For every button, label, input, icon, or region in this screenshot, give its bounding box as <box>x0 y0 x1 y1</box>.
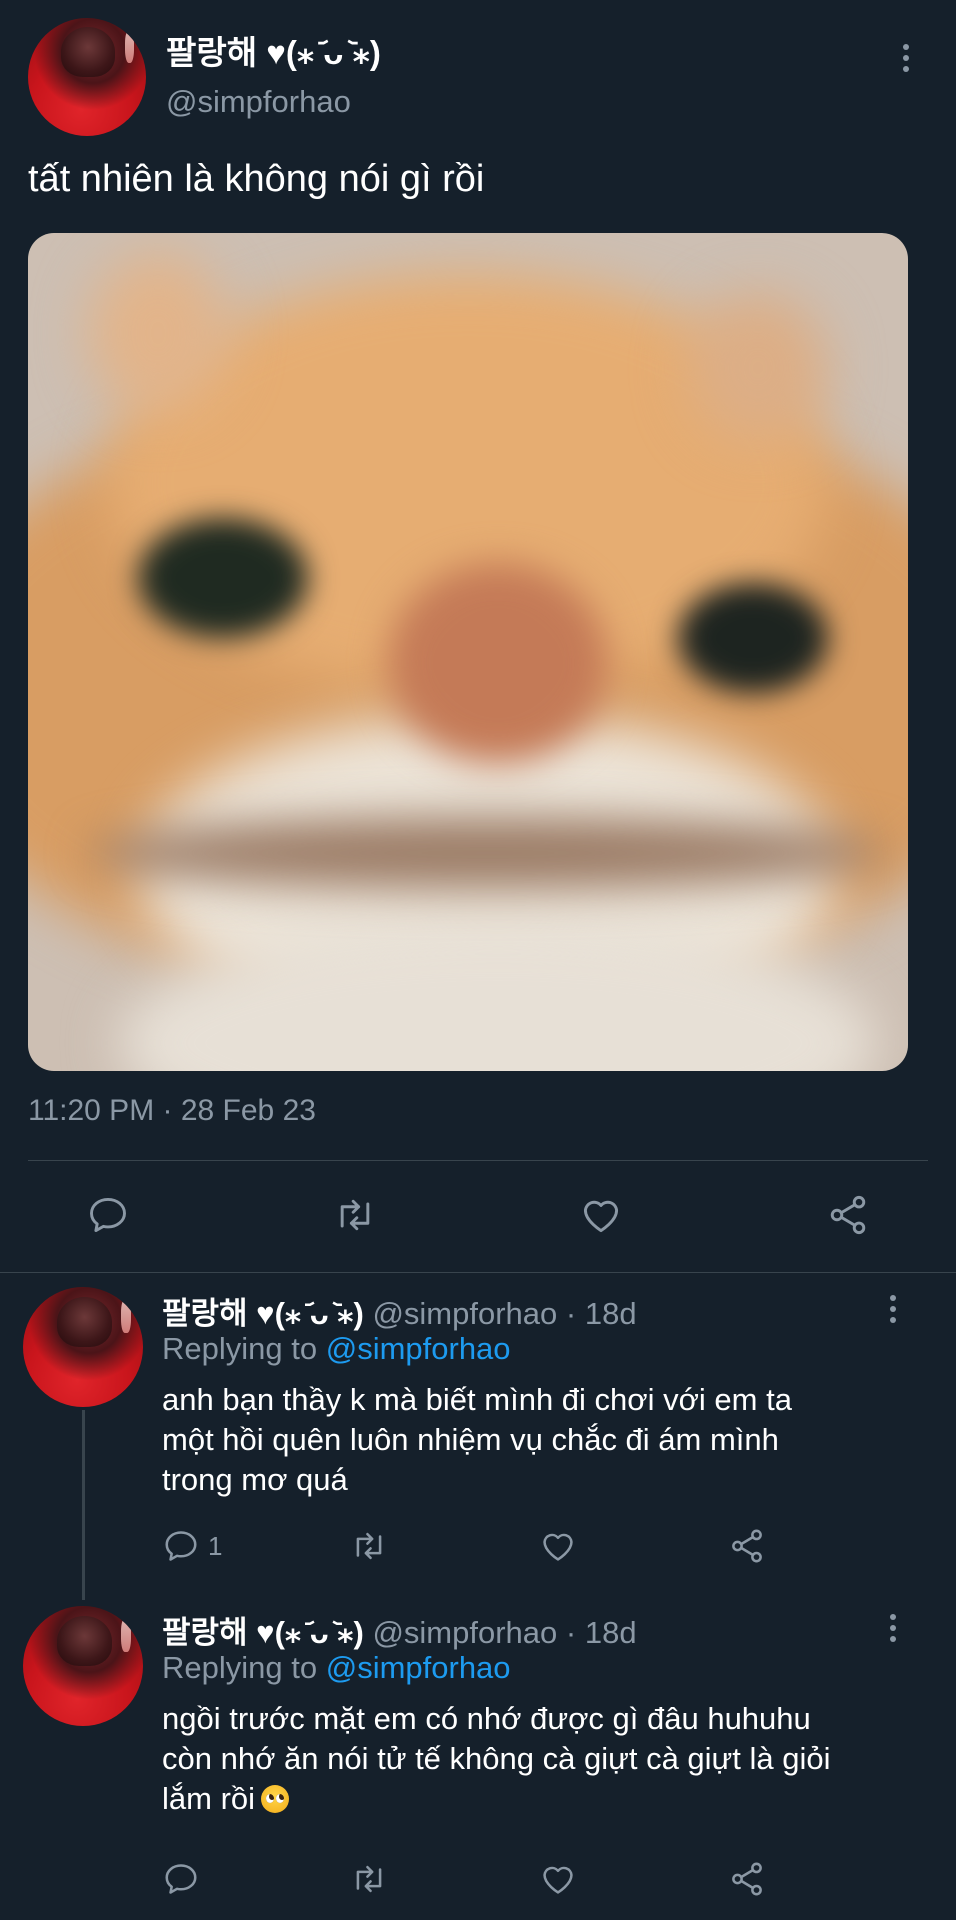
divider <box>28 1160 928 1161</box>
retweet-icon <box>356 1865 382 1893</box>
heart-icon <box>543 1533 573 1561</box>
photo-eye-right <box>678 583 828 693</box>
reply-count: 1 <box>208 1530 223 1561</box>
mention-link[interactable]: @simpforhao <box>326 1650 511 1685</box>
mention-link[interactable]: @simpforhao <box>326 1331 511 1366</box>
reply-button[interactable]: 1 <box>162 1527 222 1565</box>
reply-age[interactable]: 18d <box>585 1296 637 1331</box>
handle[interactable]: @simpforhao <box>372 1296 557 1331</box>
heart-icon <box>583 1200 619 1233</box>
share-icon <box>732 1862 762 1896</box>
reply-text: ngồi trước mặt em có nhớ được gì đâu huh… <box>162 1699 831 1819</box>
replying-to: Replying to @simpforhao <box>162 1331 511 1367</box>
replying-prefix: Replying to <box>162 1331 318 1366</box>
meta-separator: · <box>565 1296 577 1331</box>
photo-ear-left <box>88 253 228 413</box>
photo-mouth <box>88 818 888 888</box>
reply-age[interactable]: 18d <box>585 1615 637 1650</box>
tweet-text: tất nhiên là không nói gì rồi <box>28 158 485 200</box>
reply-text-line: ngồi trước mặt em có nhớ được gì đâu huh… <box>162 1701 811 1736</box>
like-button[interactable] <box>539 1860 577 1898</box>
heart-icon <box>543 1866 573 1894</box>
photo-ear-right <box>688 293 828 443</box>
more-options-icon[interactable] <box>889 1614 897 1647</box>
more-options-icon[interactable] <box>889 1295 897 1328</box>
divider <box>0 1272 956 1273</box>
speech-bubble-icon <box>165 1864 197 1894</box>
photo-nose <box>388 563 608 763</box>
share-icon <box>732 1529 762 1563</box>
avatar[interactable] <box>23 1606 143 1726</box>
reply-button[interactable] <box>86 1193 130 1237</box>
more-options-icon[interactable] <box>902 44 910 77</box>
retweet-button[interactable] <box>330 1193 380 1237</box>
reply-button[interactable] <box>162 1860 208 1898</box>
avatar-hair <box>61 27 116 77</box>
avatar-hair <box>56 1296 112 1347</box>
avatar-highlight <box>121 1299 131 1333</box>
thread-line <box>82 1410 85 1600</box>
display-name[interactable]: 팔랑해 ♥(⁎ ᷄ᴗ ᷅⁎) <box>162 1296 364 1331</box>
retweet-icon <box>340 1199 370 1231</box>
share-button[interactable] <box>728 1860 766 1898</box>
handle[interactable]: @simpforhao <box>372 1615 557 1650</box>
tweet-photo[interactable] <box>28 233 908 1071</box>
retweet-icon <box>356 1532 382 1560</box>
reply-text-line: trong mơ quá <box>162 1462 348 1497</box>
avatar-highlight <box>121 1618 131 1652</box>
reply-text-line: còn nhớ ăn nói tử tế không cà giựt cà gi… <box>162 1741 831 1776</box>
share-button[interactable] <box>826 1193 870 1237</box>
avatar-hair <box>56 1615 112 1666</box>
replying-to: Replying to @simpforhao <box>162 1650 511 1686</box>
reply-header: 팔랑해 ♥(⁎ ᷄ᴗ ᷅⁎) @simpforhao · 18d <box>162 1288 637 1333</box>
display-name[interactable]: 팔랑해 ♥(⁎ ᷄ᴗ ᷅⁎) <box>162 1615 364 1650</box>
reply-text-line-last: lắm rồi <box>162 1779 831 1819</box>
speech-bubble-icon <box>165 1531 197 1561</box>
photo-eye-left <box>138 518 308 638</box>
avatar[interactable] <box>28 18 146 136</box>
avatar-highlight <box>124 29 135 63</box>
display-name[interactable]: 팔랑해 ♥(⁎ ᷄ᴗ ᷅⁎) <box>166 26 381 74</box>
replying-prefix: Replying to <box>162 1650 318 1685</box>
reply-text-line: một hồi quên luôn nhiệm vụ chắc đi ám mì… <box>162 1422 779 1457</box>
reply-text-line: anh bạn thầy k mà biết mình đi chơi với … <box>162 1382 792 1417</box>
reply-text-line: lắm rồi <box>162 1781 256 1816</box>
speech-bubble-icon <box>90 1197 126 1233</box>
reply-text: anh bạn thầy k mà biết mình đi chơi với … <box>162 1380 792 1500</box>
meta-separator: · <box>565 1615 577 1650</box>
handle[interactable]: @simpforhao <box>166 84 351 120</box>
like-button[interactable] <box>539 1527 577 1565</box>
retweet-button[interactable] <box>348 1860 390 1898</box>
share-icon <box>830 1195 866 1235</box>
tweet-timestamp[interactable]: 11:20 PM · 28 Feb 23 <box>28 1094 316 1128</box>
reply-header: 팔랑해 ♥(⁎ ᷄ᴗ ᷅⁎) @simpforhao · 18d <box>162 1607 637 1652</box>
share-button[interactable] <box>728 1527 766 1565</box>
avatar[interactable] <box>23 1287 143 1407</box>
retweet-button[interactable] <box>348 1527 390 1565</box>
pleading-face-emoji <box>261 1785 290 1813</box>
like-button[interactable] <box>579 1193 623 1237</box>
